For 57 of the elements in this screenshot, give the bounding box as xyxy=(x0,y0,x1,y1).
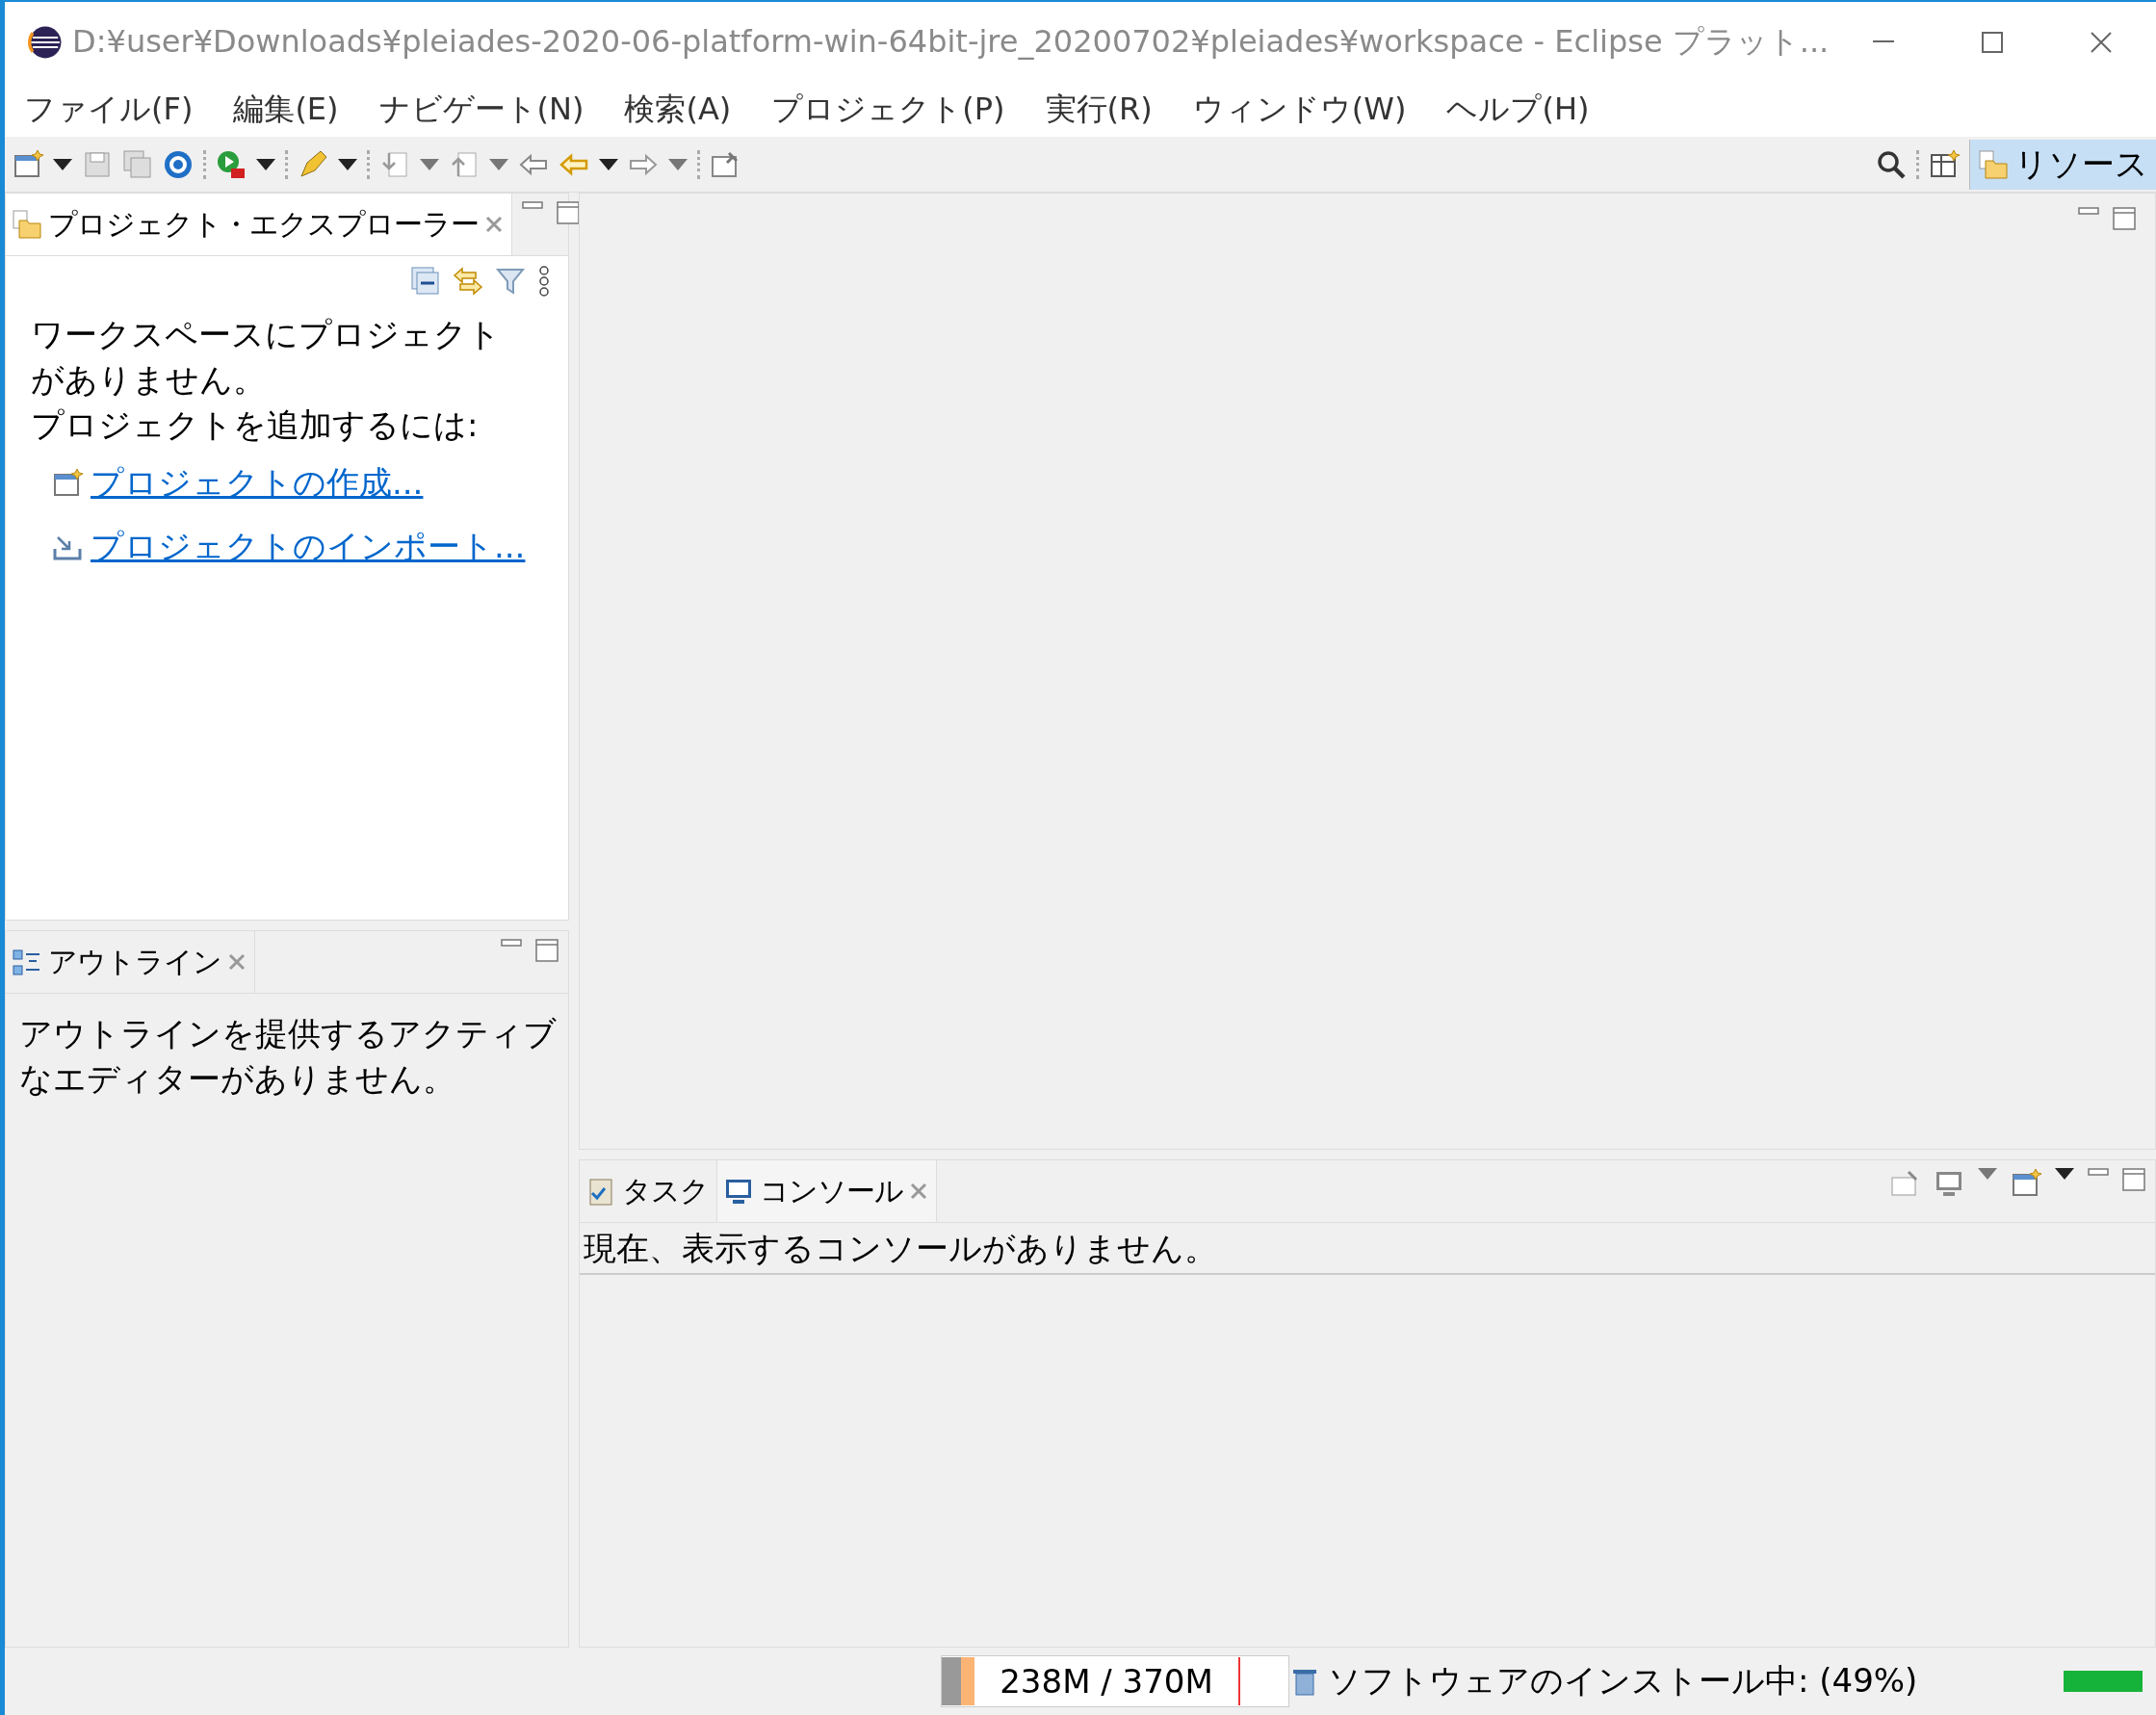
collapse-all-icon[interactable] xyxy=(410,266,441,297)
close-icon[interactable] xyxy=(909,1182,928,1201)
folder-icon xyxy=(1978,148,2009,180)
menu-item[interactable]: 実行(R) xyxy=(1045,89,1153,131)
open-perspective-icon[interactable] xyxy=(1929,148,1960,180)
maximize-icon[interactable] xyxy=(2113,207,2136,230)
maximize-icon[interactable] xyxy=(557,201,580,224)
menu-item[interactable]: ヘルプ(H) xyxy=(1446,89,1590,131)
minimize-icon[interactable] xyxy=(522,201,543,211)
heap-reading: 238M / 370M xyxy=(999,1662,1214,1701)
minimize-icon xyxy=(1872,40,1894,44)
project-link[interactable]: プロジェクトの作成... xyxy=(91,461,424,506)
menu-item[interactable]: 検索(A) xyxy=(624,89,732,131)
minimize-icon[interactable] xyxy=(2088,1168,2109,1178)
outline-icon xyxy=(12,947,42,977)
more-options-icon[interactable] xyxy=(537,266,551,297)
minimize-icon[interactable] xyxy=(2078,207,2099,217)
new-project-icon[interactable] xyxy=(52,468,83,499)
maximize-icon[interactable] xyxy=(535,939,558,962)
menu-item[interactable]: プロジェクト(P) xyxy=(771,89,1005,131)
new-console-icon[interactable] xyxy=(2011,1168,2041,1199)
add-project-prompt: プロジェクトを追加するには: xyxy=(30,404,480,446)
heap-usage-drawing xyxy=(942,1657,974,1705)
menu-item[interactable]: ウィンドウ(W) xyxy=(1192,89,1407,131)
perspective-button[interactable]: リソース xyxy=(1969,139,2156,190)
project-explorer-tab[interactable]: プロジェクト・エクスプローラー xyxy=(6,194,512,255)
caret-icon[interactable] xyxy=(256,158,275,170)
maximize-icon xyxy=(1982,32,2004,53)
caret-icon[interactable] xyxy=(2055,1168,2074,1180)
caret-icon[interactable] xyxy=(53,158,72,170)
menu-item[interactable]: 編集(E) xyxy=(233,89,339,131)
close-icon[interactable] xyxy=(484,215,504,234)
project-link[interactable]: プロジェクトのインポート... xyxy=(91,525,526,569)
search-icon[interactable] xyxy=(1876,148,1907,180)
window-title: D:¥user¥Downloads¥pleiades-2020-06-platform-win-64bit-jre_20200702¥pleiades¥workspace - Eclipse プラット... xyxy=(72,22,1830,62)
maximize-icon[interactable] xyxy=(2122,1168,2145,1191)
menu-item[interactable]: ファイル(F) xyxy=(24,89,194,131)
close-icon[interactable] xyxy=(227,952,247,972)
settings-icon[interactable] xyxy=(163,148,194,180)
new-window-icon[interactable] xyxy=(13,148,43,180)
close-icon xyxy=(2090,31,2114,54)
no-console-message: 現在、表示するコンソールがありません。 xyxy=(584,1229,1217,1267)
menu-item[interactable]: ナビゲート(N) xyxy=(378,89,584,131)
no-editor-message: アウトラインを提供するアクティブなエディターがありません。 xyxy=(18,1013,558,1100)
caret-icon[interactable] xyxy=(338,158,357,170)
play-icon[interactable] xyxy=(216,148,247,180)
filter-icon[interactable] xyxy=(495,266,526,297)
caret-icon[interactable] xyxy=(599,158,618,170)
folder-icon xyxy=(12,209,42,240)
tasks-tab[interactable]: タスク xyxy=(580,1160,717,1222)
pen-icon[interactable] xyxy=(298,148,328,180)
empty-workspace-message: ワークスペースにプロジェクトがありません。 xyxy=(30,314,502,401)
progress-status: ソフトウェアのインストール中: (49%) xyxy=(1328,1660,1918,1702)
pin-console-icon[interactable] xyxy=(1889,1168,1920,1199)
console-tab[interactable]: コンソール xyxy=(717,1160,937,1222)
link-arrows-icon[interactable] xyxy=(453,266,483,297)
minimize-icon[interactable] xyxy=(501,939,522,948)
